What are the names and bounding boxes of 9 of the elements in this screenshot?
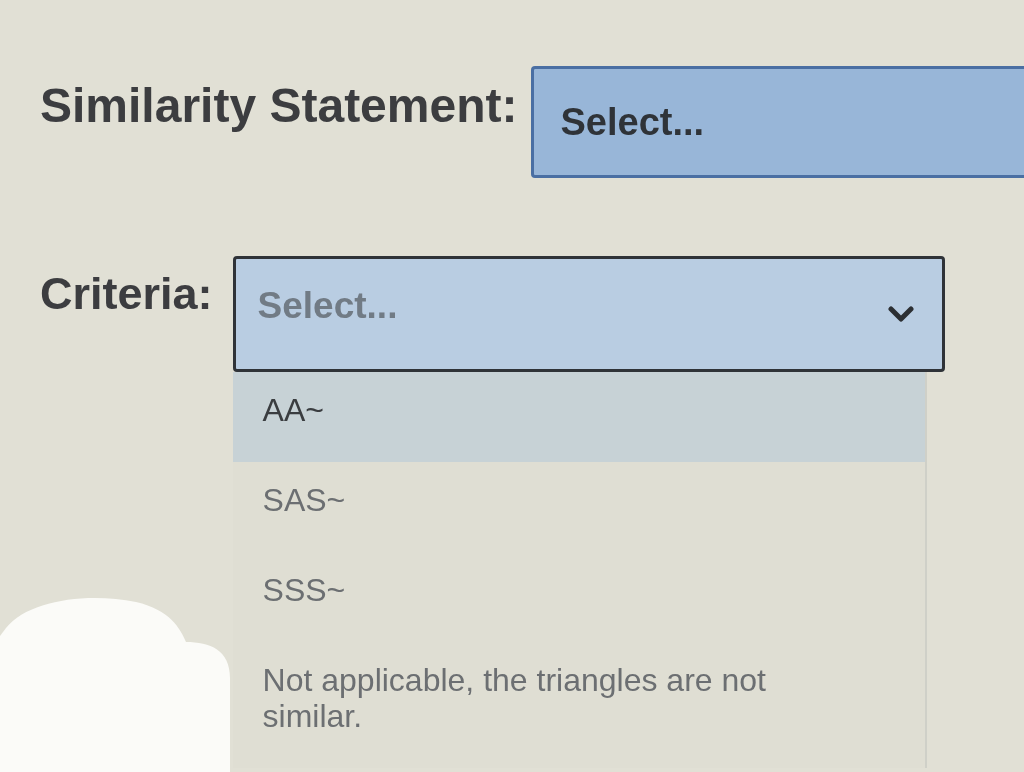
field-label: Similarity Statement: [40,78,518,133]
select-field[interactable]: Select... [531,66,1024,178]
select-field[interactable]: Select... [232,256,945,372]
dropdown-option[interactable]: SAS~ [232,462,925,552]
field-label: Criteria: [40,267,213,320]
dropdown-option[interactable]: Not applicable, the triangles are not similar. [232,642,925,768]
chevron-down-icon [887,306,914,322]
dropdown-option[interactable]: AA~ [232,372,925,462]
dropdown-option[interactable]: SSS~ [232,552,925,642]
